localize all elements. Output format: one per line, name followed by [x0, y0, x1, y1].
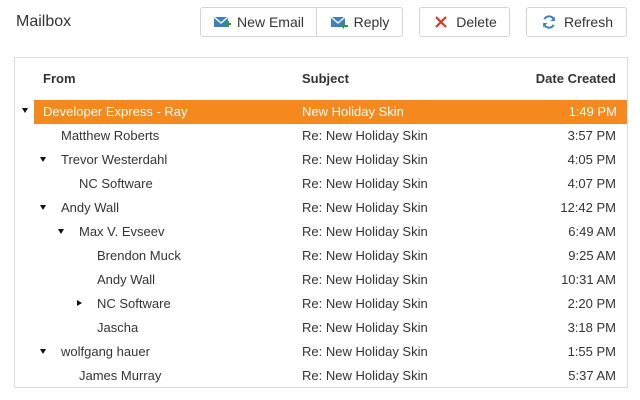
row-date: 4:05 PM	[567, 152, 616, 167]
table-row[interactable]: wolfgang hauer Re: New Holiday Skin 1:55…	[15, 340, 627, 364]
row-subject: Re: New Holiday Skin	[302, 128, 428, 143]
row-date: 1:55 PM	[567, 344, 616, 359]
refresh-label: Refresh	[563, 14, 614, 30]
delete-button[interactable]: Delete	[419, 7, 510, 37]
envelope-reply-icon	[330, 15, 348, 29]
row-subject: Re: New Holiday Skin	[302, 176, 428, 191]
table-row[interactable]: Andy Wall Re: New Holiday Skin 12:42 PM	[15, 196, 627, 220]
table-row[interactable]: Jascha Re: New Holiday Skin 3:18 PM	[15, 316, 627, 340]
row-from: Brendon Muck	[97, 248, 181, 263]
row-from: NC Software	[79, 176, 153, 191]
row-from: Andy Wall	[97, 272, 156, 287]
row-from: Developer Express - Ray	[43, 104, 188, 119]
row-date: 4:07 PM	[567, 176, 616, 191]
row-subject: Re: New Holiday Skin	[302, 368, 428, 383]
table-row[interactable]: James Murray Re: New Holiday Skin 5:37 A…	[15, 364, 627, 387]
email-button-group: New Email Reply	[200, 7, 403, 37]
expand-arrow-icon[interactable]	[77, 300, 82, 306]
collapse-arrow-icon[interactable]	[58, 229, 64, 234]
row-subject: Re: New Holiday Skin	[302, 320, 428, 335]
row-date: 1:49 PM	[568, 104, 617, 119]
refresh-button[interactable]: Refresh	[526, 7, 627, 37]
table-row[interactable]: Max V. Evseev Re: New Holiday Skin 6:49 …	[15, 220, 627, 244]
column-header-subject[interactable]: Subject	[302, 71, 349, 86]
row-subject: Re: New Holiday Skin	[302, 248, 428, 263]
collapse-arrow-icon[interactable]	[40, 157, 46, 162]
collapse-arrow-icon[interactable]	[40, 349, 46, 354]
row-from: Jascha	[97, 320, 139, 335]
row-date: 10:31 AM	[561, 272, 616, 287]
row-date: 3:57 PM	[567, 128, 616, 143]
row-date: 6:49 AM	[568, 224, 616, 239]
column-header-date[interactable]: Date Created	[536, 71, 616, 86]
collapse-arrow-icon[interactable]	[40, 205, 46, 210]
mail-tree-grid: From Subject Date Created Developer Expr…	[14, 57, 628, 388]
delete-x-icon	[432, 15, 450, 29]
grid-header: From Subject Date Created	[15, 58, 627, 98]
row-from: Trevor Westerdahl	[61, 152, 168, 167]
row-date: 2:20 PM	[567, 296, 616, 311]
table-row[interactable]: Matthew Roberts Re: New Holiday Skin 3:5…	[15, 124, 627, 148]
row-date: 12:42 PM	[560, 200, 616, 215]
row-subject: Re: New Holiday Skin	[302, 152, 428, 167]
row-date: 3:18 PM	[567, 320, 616, 335]
row-from: NC Software	[97, 296, 171, 311]
row-subject: Re: New Holiday Skin	[302, 344, 428, 359]
row-subject: Re: New Holiday Skin	[302, 272, 428, 287]
row-subject: Re: New Holiday Skin	[302, 224, 428, 239]
row-subject: New Holiday Skin	[302, 104, 404, 119]
table-row[interactable]: Brendon Muck Re: New Holiday Skin 9:25 A…	[15, 244, 627, 268]
table-row[interactable]: Developer Express - Ray New Holiday Skin…	[34, 100, 627, 124]
reply-button[interactable]: Reply	[316, 7, 403, 37]
row-from: wolfgang hauer	[61, 344, 150, 359]
table-row[interactable]: NC Software Re: New Holiday Skin 4:07 PM	[15, 172, 627, 196]
row-from: Max V. Evseev	[79, 224, 165, 239]
new-email-label: New Email	[237, 14, 304, 30]
page-title: Mailbox	[16, 13, 72, 30]
column-header-from[interactable]: From	[43, 71, 76, 86]
table-row[interactable]: Andy Wall Re: New Holiday Skin 10:31 AM	[15, 268, 627, 292]
row-subject: Re: New Holiday Skin	[302, 296, 428, 311]
table-row[interactable]: NC Software Re: New Holiday Skin 2:20 PM	[15, 292, 627, 316]
delete-label: Delete	[456, 14, 497, 30]
envelope-plus-icon	[213, 15, 232, 29]
row-from: Andy Wall	[61, 200, 120, 215]
collapse-arrow-icon[interactable]	[22, 108, 28, 113]
row-from: James Murray	[79, 368, 162, 383]
reply-label: Reply	[353, 14, 390, 30]
refresh-icon	[540, 15, 558, 29]
row-subject: Re: New Holiday Skin	[302, 200, 428, 215]
row-date: 5:37 AM	[568, 368, 616, 383]
row-date: 9:25 AM	[568, 248, 616, 263]
row-from: Matthew Roberts	[61, 128, 160, 143]
new-email-button[interactable]: New Email	[200, 7, 317, 37]
table-row[interactable]: Trevor Westerdahl Re: New Holiday Skin 4…	[15, 148, 627, 172]
